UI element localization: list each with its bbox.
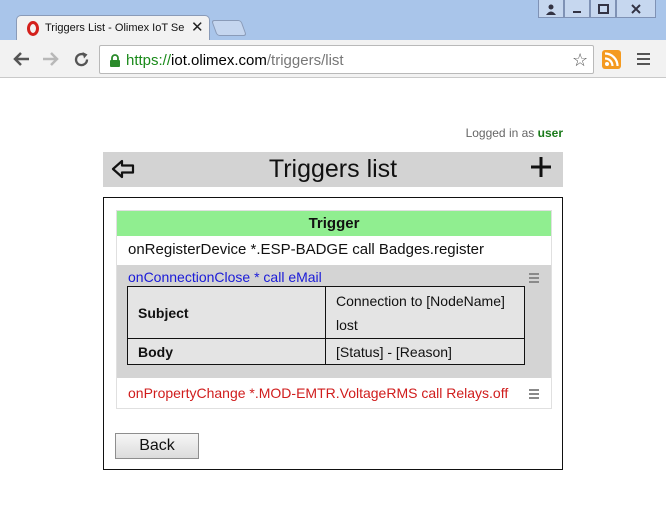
trigger-details-table: Subject Connection to [NodeName] lost Bo… [127, 286, 525, 365]
forward-nav-icon[interactable] [41, 49, 61, 69]
trigger-row-expanded[interactable]: onConnectionClose * call eMail Subject C… [117, 265, 551, 378]
window-close-icon[interactable] [616, 0, 656, 18]
detail-value: Connection to [NodeName] lost [325, 286, 525, 339]
tab-title: Triggers List - Olimex IoT Ser [45, 22, 185, 34]
table-header: Trigger [117, 211, 551, 236]
reload-icon[interactable] [71, 49, 91, 69]
page-content: Logged in as user Triggers list Trigger … [0, 79, 666, 509]
maximize-icon[interactable] [590, 0, 616, 18]
plus-icon[interactable] [530, 156, 552, 178]
drag-handle-icon[interactable] [529, 273, 539, 285]
opera-favicon-icon [27, 21, 39, 36]
user-icon[interactable] [538, 0, 564, 18]
lock-icon [109, 54, 121, 73]
back-button[interactable]: Back [115, 433, 199, 459]
trigger-row[interactable]: onPropertyChange *.MOD-EMTR.VoltageRMS c… [117, 379, 551, 408]
drag-handle-icon[interactable] [529, 389, 539, 401]
url-scheme: https:// [126, 52, 172, 69]
triggers-table: Trigger onRegisterDevice *.ESP-BADGE cal… [116, 210, 552, 409]
tab-close-icon[interactable]: ✕ [191, 19, 204, 37]
browser-toolbar: https://iot.olimex.com/triggers/list ☆ [0, 40, 666, 78]
title-bar: Triggers List - Olimex IoT Ser ✕ [0, 0, 666, 41]
trigger-row-title[interactable]: onConnectionClose * call eMail [128, 269, 322, 285]
url-host: iot.olimex.com [171, 52, 267, 69]
detail-row-subject: Subject Connection to [NodeName] lost [127, 286, 525, 339]
login-user: user [537, 126, 563, 140]
detail-row-body: Body [Status] - [Reason] [127, 338, 525, 365]
page-title: Triggers list [268, 155, 398, 183]
detail-value: [Status] - [Reason] [325, 338, 525, 365]
address-bar[interactable]: https://iot.olimex.com/triggers/list ☆ [99, 45, 594, 74]
trigger-row[interactable]: onRegisterDevice *.ESP-BADGE call Badges… [117, 236, 551, 264]
login-status: Logged in as user [466, 126, 563, 140]
rss-icon[interactable] [602, 50, 621, 69]
minimize-icon[interactable] [564, 0, 590, 18]
page-header: Triggers list [103, 152, 563, 187]
bookmark-star-icon[interactable]: ☆ [572, 50, 588, 70]
triggers-panel: Trigger onRegisterDevice *.ESP-BADGE cal… [103, 197, 563, 470]
login-prefix: Logged in as [465, 126, 535, 140]
new-tab-button[interactable] [211, 20, 247, 36]
browser-tab[interactable]: Triggers List - Olimex IoT Ser ✕ [16, 15, 210, 41]
browser-menu-icon[interactable] [637, 53, 650, 68]
detail-key: Subject [127, 286, 326, 339]
url-path: /triggers/list [266, 52, 344, 69]
url-text: https://iot.olimex.com/triggers/list [126, 52, 344, 69]
detail-key: Body [127, 338, 326, 365]
back-nav-icon[interactable] [11, 49, 31, 69]
